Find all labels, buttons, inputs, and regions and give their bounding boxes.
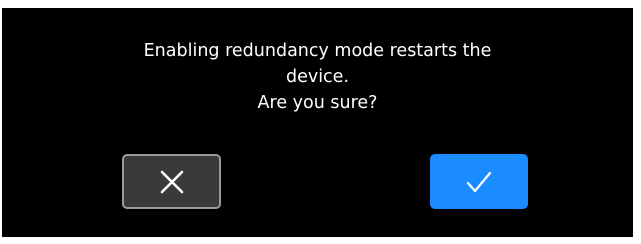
confirm-button[interactable] bbox=[430, 154, 528, 209]
close-icon bbox=[160, 170, 183, 193]
dialog-message-line-3: Are you sure? bbox=[257, 93, 378, 113]
dialog-message-line-2: device. bbox=[285, 67, 350, 87]
confirmation-dialog: Enabling redundancy mode restarts the de… bbox=[2, 8, 633, 237]
check-icon bbox=[466, 171, 492, 192]
cancel-button[interactable] bbox=[122, 154, 221, 209]
dialog-message-line-1: Enabling redundancy mode restarts the bbox=[143, 41, 492, 61]
screen: Enabling redundancy mode restarts the de… bbox=[0, 0, 641, 244]
dialog-message: Enabling redundancy mode restarts the de… bbox=[2, 38, 633, 116]
